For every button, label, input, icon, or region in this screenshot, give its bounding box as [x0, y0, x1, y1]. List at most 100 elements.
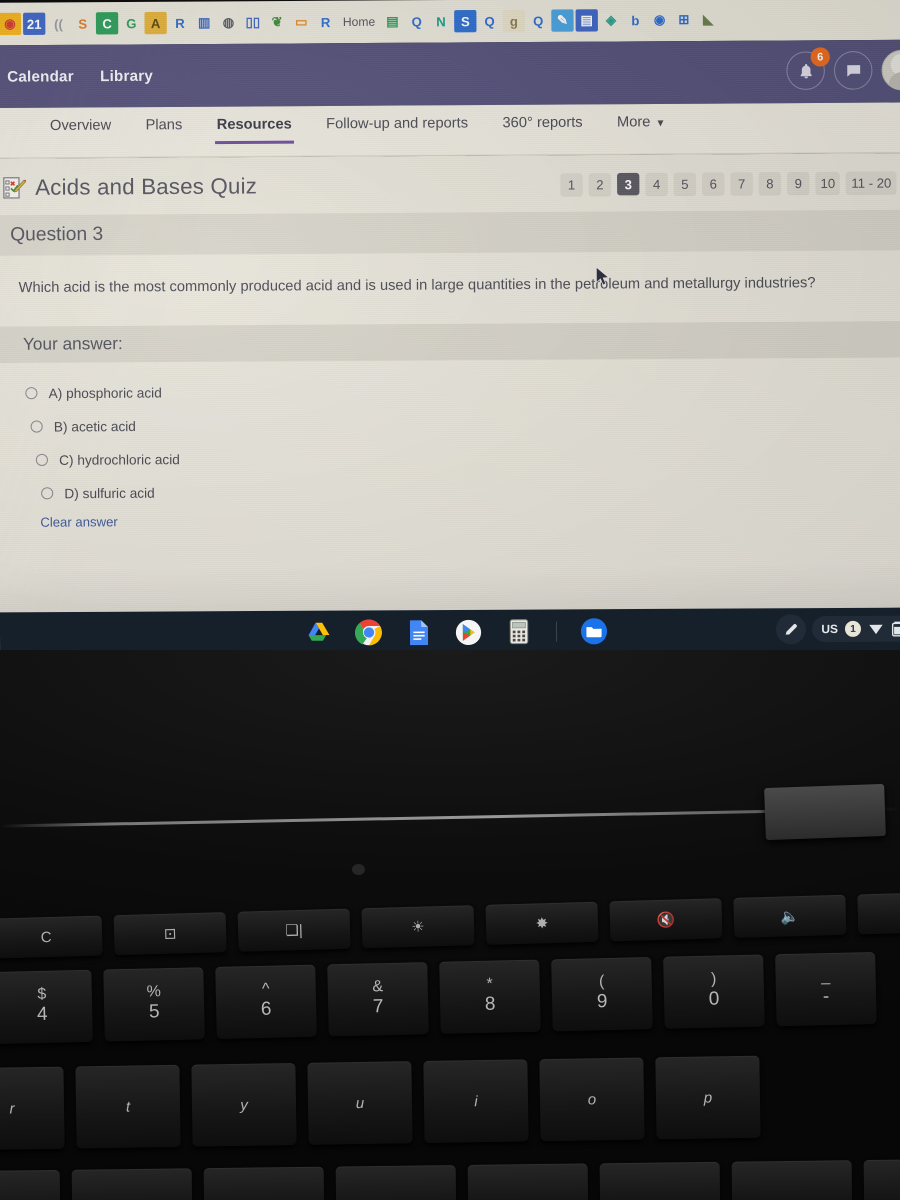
key-bottom-row-partial[interactable] [731, 1160, 853, 1200]
nav-library[interactable]: Library [100, 67, 153, 85]
pagination-item-1120[interactable]: 11 - 20 [846, 171, 897, 194]
leaf-green-bookmark-icon[interactable]: ❦ [266, 11, 288, 33]
home-bookmark-label[interactable]: Home [339, 11, 380, 34]
google-docs-icon[interactable] [403, 617, 433, 647]
answer-option-a[interactable]: A) phosphoric acid [25, 371, 900, 410]
key-y[interactable]: y [191, 1063, 297, 1147]
tab-plans[interactable]: Plans [143, 107, 184, 145]
pagination-item-5[interactable]: 5 [673, 172, 697, 195]
q-blue-bookmark-icon[interactable]: Q [406, 10, 428, 32]
tab-resources[interactable]: Resources [215, 106, 294, 144]
window-grid-bookmark-icon[interactable]: ▥ [193, 12, 215, 34]
pagination-item-9[interactable]: 9 [787, 171, 810, 195]
c-green-bookmark-icon[interactable]: C [95, 12, 119, 35]
key-bottom-row-partial[interactable] [467, 1163, 589, 1200]
key-i[interactable]: i [423, 1059, 529, 1143]
orange-square-bookmark-icon[interactable]: ▭ [290, 11, 312, 33]
key-brightness-down[interactable]: ☀ [361, 905, 475, 949]
tab-360-reports[interactable]: 360° reports [500, 104, 584, 142]
chrome-bookmark-icon[interactable]: ◉ [0, 12, 22, 36]
key-minus[interactable]: _ - [775, 951, 877, 1027]
radio-button[interactable] [25, 387, 38, 400]
answer-option-c[interactable]: C) hydrochloric acid [26, 438, 900, 477]
g-tan-bookmark-icon[interactable]: g [502, 9, 526, 33]
key-upper-legend: $ [37, 985, 47, 1004]
pen-blue-bookmark-icon[interactable]: ✎ [551, 9, 574, 32]
key-brightness-up[interactable]: ✸ [485, 901, 599, 945]
grid-blue-bookmark-icon[interactable]: ⊞ [673, 9, 695, 31]
key-bottom-row-partial[interactable] [71, 1168, 193, 1200]
key-bottom-row-partial[interactable] [863, 1158, 900, 1200]
status-area[interactable]: US 1 [812, 615, 900, 643]
pagination-item-7[interactable]: 7 [730, 172, 753, 195]
calculator-icon[interactable] [503, 617, 533, 647]
answer-option-d[interactable]: D) sulfuric acid [26, 472, 900, 511]
key-volume-down[interactable]: 🔈 [733, 894, 847, 938]
pagination-item-10[interactable]: 10 [815, 171, 841, 195]
globe-blue-bookmark-icon[interactable]: ◉ [648, 9, 670, 31]
docs-blue-bookmark-icon[interactable]: ▤ [575, 9, 598, 32]
key-mute[interactable]: 🔇 [609, 898, 723, 942]
pagination-item-1[interactable]: 1 [560, 173, 583, 196]
s-blue-bookmark-icon[interactable]: S [454, 9, 477, 33]
messages-button[interactable] [833, 51, 873, 90]
radio-button[interactable] [30, 420, 43, 433]
google-play-store-icon[interactable] [453, 617, 483, 647]
google-chrome-icon[interactable] [353, 617, 383, 647]
key-bottom-row-partial[interactable] [335, 1165, 457, 1200]
key-t[interactable]: t [75, 1064, 181, 1149]
nav-calendar[interactable]: Calendar [7, 68, 74, 86]
key-bottom-row-partial[interactable] [0, 1169, 61, 1200]
tab-overview[interactable]: Overview [48, 107, 113, 145]
pagination-item-2[interactable]: 2 [588, 173, 612, 196]
key-5[interactable]: % 5 [103, 967, 205, 1042]
key-r[interactable]: r [0, 1066, 65, 1151]
key-0[interactable]: ) 0 [663, 954, 765, 1029]
g-green-bookmark-icon[interactable]: G [120, 12, 142, 34]
files-icon[interactable] [578, 616, 608, 646]
radio-button[interactable] [41, 487, 54, 500]
r-blue2-bookmark-icon[interactable]: R [314, 11, 336, 33]
pagination-item-4[interactable]: 4 [645, 172, 668, 196]
key-volume-up[interactable]: 🔉 [857, 891, 900, 935]
key-overview[interactable]: ❏| [237, 908, 351, 952]
tab-more[interactable]: More ▼ [615, 104, 668, 142]
key-u[interactable]: u [307, 1061, 413, 1145]
contact-yellow-bookmark-icon[interactable]: A [144, 11, 167, 35]
key-p[interactable]: p [655, 1055, 761, 1140]
key-4[interactable]: $4 [0, 969, 93, 1045]
key-reload[interactable]: C [0, 915, 103, 959]
q-blue3-bookmark-icon[interactable]: Q [527, 10, 549, 32]
b-blue-bookmark-icon[interactable]: b [624, 9, 646, 31]
google-drive-icon[interactable] [303, 618, 333, 648]
avatar[interactable] [881, 49, 900, 91]
notifications-button[interactable]: 6 [786, 47, 830, 91]
key-9[interactable]: (9 [551, 957, 653, 1032]
answer-option-b[interactable]: B) acetic acid [25, 405, 900, 444]
r-blue-bookmark-icon[interactable]: R [169, 12, 191, 34]
key-7[interactable]: & 7 [327, 962, 429, 1037]
pagination-item-6[interactable]: 6 [702, 172, 725, 195]
key-8[interactable]: * 8 [439, 959, 541, 1034]
key-o[interactable]: o [539, 1057, 645, 1142]
key-bottom-row-partial[interactable] [203, 1166, 325, 1200]
columns-blue-bookmark-icon[interactable]: ▯▯ [242, 11, 264, 33]
stylus-button[interactable] [776, 614, 807, 645]
keyboard-letter-row[interactable]: rtyuiop [0, 1055, 761, 1151]
key-bottom-row-partial[interactable] [599, 1161, 721, 1200]
sheets-green-bookmark-icon[interactable]: ▤ [381, 10, 403, 32]
photo-bookmark-icon[interactable]: ◣ [697, 8, 719, 30]
radio-button[interactable] [35, 454, 49, 467]
q-blue2-bookmark-icon[interactable]: Q [478, 10, 500, 32]
wifi-waves-bookmark-icon[interactable]: (( [47, 12, 69, 34]
drive-teal-bookmark-icon[interactable]: ◈ [600, 9, 622, 31]
tab-follow-up-and-reports[interactable]: Follow-up and reports [324, 105, 470, 143]
pagination-item-3[interactable]: 3 [617, 172, 640, 196]
calendar-21-bookmark-icon[interactable]: 21 [23, 12, 46, 35]
key-6[interactable]: ^ 6 [215, 964, 317, 1039]
s-orange-bookmark-icon[interactable]: S [72, 12, 94, 34]
pagination-item-8[interactable]: 8 [758, 172, 782, 195]
key-fullscreen[interactable]: ⊡ [113, 912, 227, 956]
n-teal-bookmark-icon[interactable]: N [430, 10, 452, 32]
globe-gray-bookmark-icon[interactable]: ◍ [217, 11, 239, 33]
